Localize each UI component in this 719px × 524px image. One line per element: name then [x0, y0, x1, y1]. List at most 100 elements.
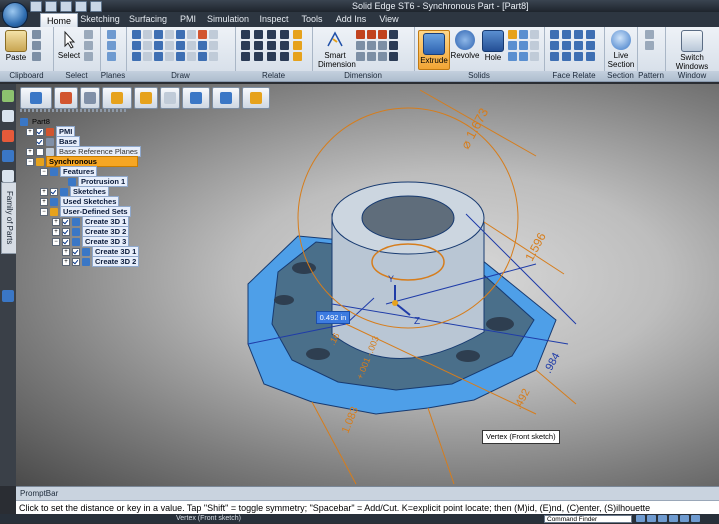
dimension-tool-icon-7[interactable] — [356, 52, 365, 61]
draw-dropdown-icon[interactable] — [187, 52, 196, 61]
expand-icon[interactable]: + — [40, 187, 48, 196]
relate-handle-icon[interactable] — [293, 52, 302, 61]
select-tool-icon-2[interactable] — [84, 41, 93, 50]
collapse-icon[interactable]: − — [26, 157, 34, 166]
expand-icon[interactable]: + — [26, 127, 34, 136]
rotate-icon[interactable] — [669, 515, 678, 522]
line-icon[interactable] — [132, 30, 141, 39]
midpoint-icon[interactable] — [267, 52, 276, 61]
expand-icon[interactable]: + — [26, 147, 34, 156]
select-button[interactable]: Select — [57, 30, 81, 60]
command-bar-grip[interactable] — [20, 109, 128, 112]
extend-icon[interactable] — [198, 41, 207, 50]
face-relate-icon-2[interactable] — [562, 41, 571, 50]
undo-icon[interactable] — [45, 1, 57, 12]
tab-inspect[interactable]: Inspect — [258, 12, 290, 27]
dimension-tool-icon-4[interactable] — [356, 41, 365, 50]
visibility-checkbox[interactable] — [62, 217, 70, 226]
perpendicular-icon[interactable] — [254, 52, 263, 61]
tab-home[interactable]: Home — [40, 13, 78, 28]
cmd-direction-button[interactable] — [242, 87, 270, 109]
select-tool-icon-1[interactable] — [84, 30, 93, 39]
draw-dropdown-icon[interactable] — [209, 41, 218, 50]
feature-library-icon[interactable] — [2, 130, 14, 142]
print-icon[interactable] — [75, 1, 87, 12]
face-relate-icon-5[interactable] — [562, 52, 571, 61]
sensors-icon[interactable] — [2, 150, 14, 162]
solid-tool-icon-1[interactable] — [519, 30, 528, 39]
connect-icon[interactable] — [241, 30, 250, 39]
dimension-tool-icon-2[interactable] — [367, 30, 376, 39]
hole-button[interactable]: Hole — [482, 30, 504, 62]
tab-simulation[interactable]: Simulation — [205, 12, 251, 27]
cut-icon[interactable] — [32, 30, 41, 39]
format-icon[interactable] — [32, 52, 41, 61]
save-icon[interactable] — [30, 1, 42, 12]
smart-dimension-button[interactable]: Smart Dimension — [318, 30, 356, 69]
face-relate-icon-3[interactable] — [574, 41, 583, 50]
tree-item-create3d-3-1[interactable]: + Create 3D 1 — [62, 246, 140, 257]
pattern-icon[interactable] — [645, 30, 654, 39]
dimension-984[interactable]: .984 — [542, 351, 563, 376]
parallel-face-icon[interactable] — [574, 30, 583, 39]
tree-item-base-reference-planes[interactable]: + Base Reference Planes — [26, 146, 141, 157]
curve-icon[interactable] — [154, 30, 163, 39]
solids-dropdown-icon[interactable] — [530, 41, 539, 50]
tree-item-create3d-2[interactable]: + Create 3D 2 — [52, 226, 130, 237]
tab-surfacing[interactable]: Surfacing — [126, 12, 170, 27]
dimension-tool-icon-3[interactable] — [378, 30, 387, 39]
concentric-icon[interactable] — [267, 30, 276, 39]
tree-item-create3d-3-2[interactable]: + Create 3D 2 — [62, 256, 140, 267]
views-icon[interactable] — [691, 515, 700, 522]
trim-icon[interactable] — [176, 30, 185, 39]
arc-icon[interactable] — [154, 41, 163, 50]
visibility-checkbox[interactable] — [50, 187, 58, 196]
draw-dropdown-icon[interactable] — [143, 30, 152, 39]
variables-icon[interactable] — [2, 170, 14, 182]
path-finder-icon[interactable] — [2, 90, 14, 102]
visibility-checkbox[interactable] — [62, 237, 70, 246]
dimension-tool-icon-1[interactable] — [356, 30, 365, 39]
pan-icon[interactable] — [658, 515, 667, 522]
draw-dropdown-icon[interactable] — [165, 30, 174, 39]
equal-icon[interactable] — [267, 41, 276, 50]
tangent-icon[interactable] — [280, 30, 289, 39]
dimension-tool-icon-8[interactable] — [367, 52, 376, 61]
tree-item-protrusion[interactable]: Protrusion 1 — [68, 176, 129, 187]
offset-icon[interactable] — [176, 41, 185, 50]
cmd-select-face-button[interactable] — [20, 87, 52, 109]
cmd-treatment-button[interactable] — [212, 87, 240, 109]
layers-icon[interactable] — [2, 110, 14, 122]
expand-icon[interactable]: + — [52, 227, 60, 236]
cmd-extent-button[interactable] — [134, 87, 158, 109]
symmetric-icon[interactable] — [280, 41, 289, 50]
circle-icon[interactable] — [132, 52, 141, 61]
fillet-icon[interactable] — [198, 30, 207, 39]
draw-dropdown-icon[interactable] — [187, 41, 196, 50]
expand-icon[interactable]: + — [62, 247, 70, 256]
chamfer-icon[interactable] — [508, 41, 517, 50]
face-relate-icon-4[interactable] — [586, 41, 595, 50]
switch-windows-button[interactable]: Switch Windows — [669, 30, 715, 71]
expand-icon[interactable]: + — [52, 217, 60, 226]
visibility-checkbox[interactable] — [36, 147, 44, 156]
visibility-checkbox[interactable] — [36, 127, 44, 136]
round-icon[interactable] — [508, 30, 517, 39]
draw-dropdown-icon[interactable] — [209, 30, 218, 39]
collapse-icon[interactable]: − — [40, 167, 48, 176]
tab-add-ins[interactable]: Add Ins — [334, 12, 368, 27]
font-icon[interactable] — [389, 41, 398, 50]
draw-dropdown-icon[interactable] — [165, 52, 174, 61]
select-tool-icon-3[interactable] — [84, 52, 93, 61]
face-relate-icon-1[interactable] — [586, 30, 595, 39]
expand-icon[interactable]: + — [40, 197, 48, 206]
dimension-492[interactable]: .492 — [512, 387, 533, 412]
live-section-button[interactable]: Live Section — [607, 30, 635, 69]
plane-icon-3[interactable] — [107, 52, 116, 61]
tab-pmi[interactable]: PMI — [176, 12, 200, 27]
tree-item-synchronous[interactable]: − Synchronous — [26, 156, 138, 167]
tree-item-create3d-1[interactable]: + Create 3D 1 — [52, 216, 130, 227]
redo-icon[interactable] — [60, 1, 72, 12]
rectangle-icon[interactable] — [132, 41, 141, 50]
tab-view[interactable]: View — [376, 12, 402, 27]
